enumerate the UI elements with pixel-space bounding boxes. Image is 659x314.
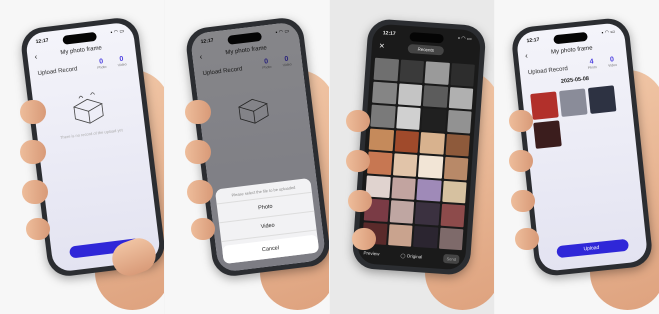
status-time: 12:17	[382, 30, 396, 38]
uploaded-photos	[530, 85, 619, 149]
gallery-photo-tile[interactable]	[417, 155, 443, 179]
status-icons: ▪ ◠ ▭	[110, 28, 125, 36]
gallery-photo-tile[interactable]	[367, 151, 393, 175]
finger	[26, 218, 50, 240]
gallery-photo-tile[interactable]	[371, 81, 397, 105]
upload-button[interactable]: Upload	[556, 238, 630, 259]
gallery-photo-tile[interactable]	[421, 108, 447, 132]
gallery-photo-tile[interactable]	[399, 59, 425, 83]
album-selector[interactable]: Recents	[407, 43, 445, 56]
gallery-photo-tile[interactable]	[443, 156, 469, 180]
gallery-photo-tile[interactable]	[448, 86, 474, 110]
finger	[185, 140, 211, 164]
gallery-photo-tile[interactable]	[397, 82, 423, 107]
video-count: 0 Video	[117, 55, 127, 68]
finger	[509, 110, 533, 132]
finger	[348, 190, 372, 212]
video-count: 0 Video	[607, 56, 618, 68]
uploaded-photo-thumbnail[interactable]	[587, 85, 617, 114]
finger	[22, 180, 48, 204]
gallery-photo-tile[interactable]	[440, 203, 466, 227]
section-title: Upload Record	[527, 66, 569, 77]
product-demo-scene: 12:17 ▪ ◠ ▭ ‹ My photo frame 0 Photo 0 Vid…	[0, 0, 659, 314]
finger	[346, 150, 370, 172]
gallery-photo-tile[interactable]	[368, 128, 394, 152]
status-icons: ▪ ◠ ▭	[457, 35, 472, 43]
gallery-photo-tile[interactable]	[370, 104, 396, 128]
panel-select-file: 12:17 ▪ ◠ ▭ ‹ My photo frame 0 Photo 0 Vid…	[165, 0, 329, 314]
status-time: 12:17	[35, 37, 49, 46]
gallery-photo-tile[interactable]	[424, 61, 450, 85]
gallery-photo-tile[interactable]	[414, 201, 440, 226]
uploaded-photo-thumbnail[interactable]	[559, 88, 588, 117]
finger	[191, 218, 215, 240]
action-sheet: Please select the file to be uploaded Ph…	[214, 177, 320, 265]
gallery-photo-tile[interactable]	[413, 225, 438, 249]
finger	[185, 100, 211, 124]
finger	[509, 150, 533, 172]
dynamic-island	[409, 32, 444, 44]
gallery-photo-tile[interactable]	[389, 200, 415, 224]
empty-box-illustration-icon	[72, 92, 104, 124]
gallery-photo-tile[interactable]	[446, 109, 472, 134]
empty-state-text: There is no record of the upload yet	[59, 127, 124, 140]
gallery-photo-tile[interactable]	[438, 227, 464, 251]
gallery-photo-tile[interactable]	[392, 153, 418, 177]
section-title: Upload Record	[37, 66, 78, 78]
finger	[515, 228, 539, 250]
gallery-photo-tile[interactable]	[445, 133, 470, 157]
finger	[20, 100, 46, 124]
gallery-photo-tile[interactable]	[416, 178, 442, 202]
gallery-photo-tile[interactable]	[395, 106, 421, 130]
finger	[346, 110, 370, 132]
finger	[511, 190, 535, 212]
finger	[187, 180, 213, 204]
panel-uploaded-record: 12:17 ▪ ◠ ▭ ‹ My photo frame 4 Photo 0 Vid…	[495, 0, 659, 314]
status-icons: ▪ ◠ ▭	[601, 28, 616, 37]
photo-count: 4 Photo	[587, 58, 598, 70]
gallery-photo-tile[interactable]	[373, 57, 399, 81]
status-time: 12:17	[526, 36, 540, 45]
finger	[20, 140, 46, 164]
close-icon[interactable]: ✕	[379, 42, 385, 50]
gallery-photo-tile[interactable]	[387, 223, 413, 247]
gallery-photo-tile[interactable]	[441, 180, 467, 204]
photo-count: 0 Photo	[97, 58, 107, 70]
send-button[interactable]: Send	[442, 253, 460, 265]
photo-grid	[362, 57, 475, 251]
uploaded-photo-thumbnail[interactable]	[530, 91, 559, 120]
gallery-photo-tile[interactable]	[419, 131, 445, 155]
panel-gallery-picker: 12:17 ▪ ◠ ▭ ✕ Recents Preview ◯ Original…	[330, 0, 494, 314]
dynamic-island	[553, 31, 588, 45]
uploaded-photo-thumbnail[interactable]	[533, 120, 562, 149]
gallery-photo-tile[interactable]	[422, 84, 448, 108]
finger	[352, 228, 376, 250]
panel-empty-record: 12:17 ▪ ◠ ▭ ‹ My photo frame 0 Photo 0 Vid…	[0, 0, 164, 314]
gallery-photo-tile[interactable]	[390, 176, 416, 200]
gallery-photo-tile[interactable]	[394, 129, 420, 153]
dynamic-island	[62, 31, 98, 45]
gallery-photo-tile[interactable]	[449, 63, 475, 87]
